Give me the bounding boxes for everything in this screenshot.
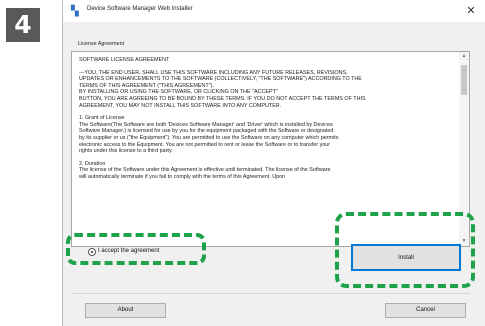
scroll-up-arrow-icon[interactable]: ▲: [459, 52, 469, 61]
license-section-title: 2. Duration: [79, 160, 106, 167]
license-line: ---YOU, THE END USER, SHALL USE THIS SOF…: [79, 69, 348, 76]
installer-window: ▚ Device Software Manager Web Installer …: [62, 0, 485, 326]
license-line: BY INSTALLING OR USING THE SOFTWARE, OR …: [79, 89, 278, 96]
scroll-thumb[interactable]: [461, 65, 467, 95]
license-line: will automatically terminate if you fail…: [79, 173, 286, 180]
accept-highlight-outline: [66, 233, 206, 265]
license-heading: SOFTWARE LICENSE AGREEMENT: [79, 57, 170, 63]
license-line: TERMS OF THIS AGREEMENT ("THIS AGREEMENT…: [79, 82, 214, 89]
separator: [71, 293, 470, 294]
license-section-title: 1. Grant of License: [79, 115, 125, 122]
close-button[interactable]: ✕: [463, 3, 479, 19]
license-line: UPDATES OR ENHANCEMENTS TO THE SOFTWARE …: [79, 76, 362, 83]
license-line: by its supplier or us ("the Equipment").…: [79, 134, 339, 141]
title-bar: ▚ Device Software Manager Web Installer …: [63, 0, 485, 22]
license-intro: ---YOU, THE END USER, SHALL USE THIS SOF…: [79, 70, 457, 110]
license-section-duration: 2. Duration The license of the Software …: [79, 161, 457, 181]
installer-icon: ▚: [71, 6, 79, 17]
cancel-button[interactable]: Cancel: [385, 303, 466, 318]
license-line: BUTTON, YOU ARE AGREEING TO BE BOUND BY …: [79, 95, 366, 102]
window-title: Device Software Manager Web Installer: [87, 6, 193, 12]
step-number-badge: 4: [6, 8, 40, 42]
license-section-grant: 1. Grant of License The Software(The Sof…: [79, 115, 457, 155]
license-line: rights under this license to a third par…: [79, 148, 173, 155]
license-line: The Software(The Software are both 'Devi…: [79, 121, 333, 128]
license-line: The license of the Software under this A…: [79, 167, 331, 174]
license-text: SOFTWARE LICENSE AGREEMENT ---YOU, THE E…: [79, 57, 457, 187]
license-line: AGREEMENT, YOU MAY NOT INSTALL THIS SOFT…: [79, 102, 282, 109]
license-line: electronic access to the Equipment. You …: [79, 141, 331, 148]
license-agreement-label: License Agreement: [78, 41, 125, 47]
about-button[interactable]: About: [85, 303, 166, 318]
license-line: Software Manager.) is licensed for use b…: [79, 128, 334, 135]
install-highlight-outline: [335, 212, 475, 288]
